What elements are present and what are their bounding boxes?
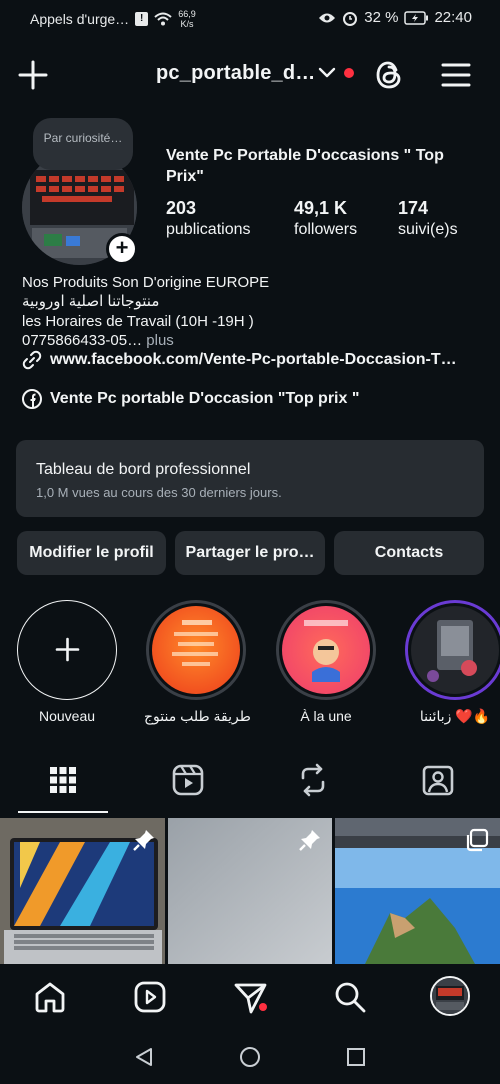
followers-label: followers: [294, 221, 358, 238]
bio-line-arabic: منتوجاتنا اصلية اوروبية: [22, 293, 160, 310]
posts-label: publications: [166, 221, 251, 238]
posts-stat[interactable]: 203 publications: [166, 197, 251, 241]
home-circle-icon[interactable]: [239, 1046, 261, 1068]
highlight-label: À la une: [300, 708, 352, 724]
facebook-page-link[interactable]: Vente Pc portable D'occasion "Top prix ": [22, 389, 359, 409]
highlight-label: Nouveau: [38, 708, 96, 724]
following-label: suivi(e)s: [398, 221, 458, 238]
account-notification-dot: [344, 68, 354, 78]
profile-nav-avatar[interactable]: [430, 976, 470, 1016]
facebook-icon: [22, 389, 42, 409]
contacts-button[interactable]: Contacts: [334, 531, 484, 575]
grid-icon[interactable]: [43, 762, 83, 798]
followers-stat[interactable]: 49,1 K followers: [294, 197, 357, 241]
highlight-order[interactable]: طريقة طلب منتوج: [144, 600, 251, 725]
dashboard-title: Tableau de bord professionnel: [36, 461, 251, 478]
reposts-icon[interactable]: [293, 762, 333, 798]
note-text: Par curiosité…: [43, 131, 123, 145]
menu-icon[interactable]: [441, 60, 471, 90]
highlight-customers[interactable]: زبائننا ❤️🔥: [403, 600, 500, 725]
eye-icon: [319, 13, 336, 22]
carrier-text: Appels d'urge…: [30, 11, 130, 27]
highlight-cover: [276, 600, 376, 700]
highlight-featured[interactable]: À la une: [274, 600, 378, 724]
carousel-icon: [466, 828, 489, 852]
followers-count: 49,1 K: [294, 198, 348, 218]
highlight-image: [282, 606, 370, 694]
link-icon: [22, 350, 42, 370]
post-thumbnail[interactable]: [335, 818, 500, 964]
add-story-button[interactable]: +: [106, 233, 138, 265]
bio-phone: 0775866433-05…: [22, 332, 143, 349]
pin-icon: [299, 830, 320, 851]
following-stat[interactable]: 174 suivi(e)s: [398, 197, 458, 241]
profile-full-name: Vente Pc Portable D'occasions " Top Prix…: [166, 147, 444, 185]
profile-link[interactable]: www.facebook.com/Vente-Pc-portable-Docca…: [22, 350, 482, 370]
reels-icon[interactable]: [168, 762, 208, 798]
avatar-thumbnail: [432, 978, 468, 1014]
edit-profile-button[interactable]: Modifier le profil: [17, 531, 166, 575]
network-speed: 66,9 K/s: [178, 9, 196, 29]
bio-line: Nos Produits Son D'origine EUROPE: [22, 274, 270, 291]
highlight-cover: [146, 600, 246, 700]
battery-percent: 32 %: [364, 9, 399, 26]
following-count: 174: [398, 198, 429, 218]
highlight-label: طريقة طلب منتوج: [144, 708, 251, 724]
highlight-image: [152, 606, 240, 694]
pin-icon: [133, 830, 154, 851]
new-highlight-circle: [17, 600, 117, 700]
status-right: 32 % 22:40: [318, 9, 472, 26]
home-icon[interactable]: [33, 980, 67, 1014]
reels-nav-icon[interactable]: [133, 980, 167, 1014]
battery-icon: [404, 10, 429, 25]
posts-count: 203: [166, 198, 197, 218]
create-plus-icon[interactable]: [17, 59, 49, 91]
facebook-page-text: Vente Pc portable D'occasion "Top prix ": [50, 390, 360, 407]
bottom-navigation: [0, 964, 500, 1030]
professional-dashboard[interactable]: Tableau de bord professionnel 1,0 M vues…: [16, 440, 484, 517]
status-bar: Appels d'urge… ! 66,9 K/s 32 % 22:40: [0, 0, 500, 36]
dashboard-subtitle: 1,0 M vues au cours des 30 derniers jour…: [36, 485, 282, 500]
status-left: Appels d'urge… ! 66,9 K/s: [30, 9, 196, 29]
alarm-icon: [343, 11, 358, 26]
share-profile-button[interactable]: Partager le pro…: [175, 531, 325, 575]
post-thumbnail[interactable]: [0, 818, 165, 964]
bio-more-link[interactable]: plus: [146, 332, 174, 349]
profile-note[interactable]: Par curiosité…: [33, 118, 133, 170]
bio-line: les Horaires de Travail (10H -19H ): [22, 313, 254, 330]
speed-value: 66,9: [178, 9, 196, 19]
username[interactable]: pc_portable_d…: [156, 62, 316, 85]
clock: 22:40: [434, 9, 472, 26]
active-tab-indicator: [18, 811, 108, 813]
back-icon[interactable]: [133, 1046, 155, 1068]
bio-phone-line: 0775866433-05… plus: [22, 331, 482, 350]
plus-icon: [55, 637, 79, 662]
wifi-icon: [154, 12, 172, 26]
tagged-icon[interactable]: [418, 762, 458, 798]
speed-unit: K/s: [180, 19, 194, 29]
link-text: www.facebook.com/Vente-Pc-portable-Docca…: [50, 351, 457, 368]
highlight-new[interactable]: Nouveau: [15, 600, 119, 724]
threads-icon[interactable]: [372, 58, 406, 92]
highlight-image: [411, 606, 499, 694]
recents-icon[interactable]: [345, 1046, 367, 1068]
notification-icon: !: [135, 12, 149, 26]
chevron-down-icon[interactable]: [318, 65, 336, 79]
search-icon[interactable]: [333, 980, 367, 1014]
highlight-label: زبائننا ❤️🔥: [419, 708, 491, 724]
highlight-cover: [405, 600, 500, 700]
system-navigation-bar: [0, 1030, 500, 1084]
direct-icon[interactable]: [233, 980, 269, 1016]
post-thumbnail[interactable]: [168, 818, 332, 964]
